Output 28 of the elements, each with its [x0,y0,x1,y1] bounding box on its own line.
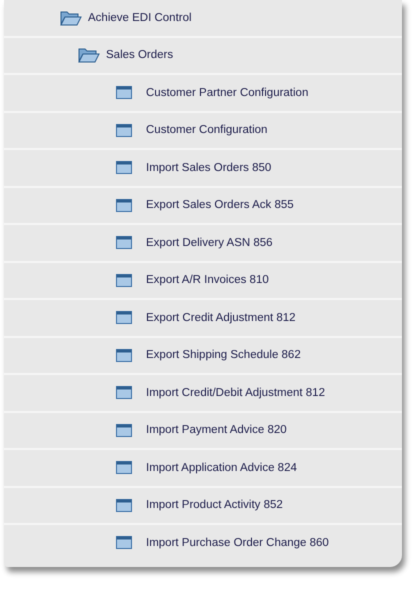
window-icon [116,124,132,137]
window-icon [116,348,132,362]
window-icon [116,424,132,437]
window-icon [116,198,132,212]
tree-item[interactable]: Import Payment Advice 820 [146,424,287,436]
tree-item[interactable]: Import Application Advice 824 [146,462,297,474]
window-icon [116,274,132,287]
tree-item[interactable]: Import Purchase Order Change 860 [146,536,329,549]
tree-item[interactable]: Import Credit/Debit Adjustment 812 [146,386,325,399]
tree-item[interactable]: Sales Orders [106,49,174,62]
tree-item[interactable]: Customer Configuration [146,124,268,136]
tree-item[interactable]: Export Shipping Schedule 862 [146,349,301,362]
window-icon [116,498,132,512]
tree-item[interactable]: Achieve EDI Control [88,12,192,24]
window-icon [116,161,132,174]
window-icon [116,86,132,100]
tree-item[interactable]: Export Credit Adjustment 812 [146,312,296,324]
tree-item[interactable]: Export Delivery ASN 856 [146,236,273,249]
window-icon [116,386,132,400]
tree-item[interactable]: Import Sales Orders 850 [146,162,272,174]
window-icon [116,236,132,250]
tree-item[interactable]: Customer Partner Configuration [146,86,308,99]
window-icon [116,536,132,550]
tree-item[interactable]: Export A/R Invoices 810 [146,274,269,286]
tree-item[interactable]: Export Sales Orders Ack 855 [146,199,294,212]
window-icon [116,311,132,324]
window-icon [116,461,132,474]
tree-item[interactable]: Import Product Activity 852 [146,499,283,512]
